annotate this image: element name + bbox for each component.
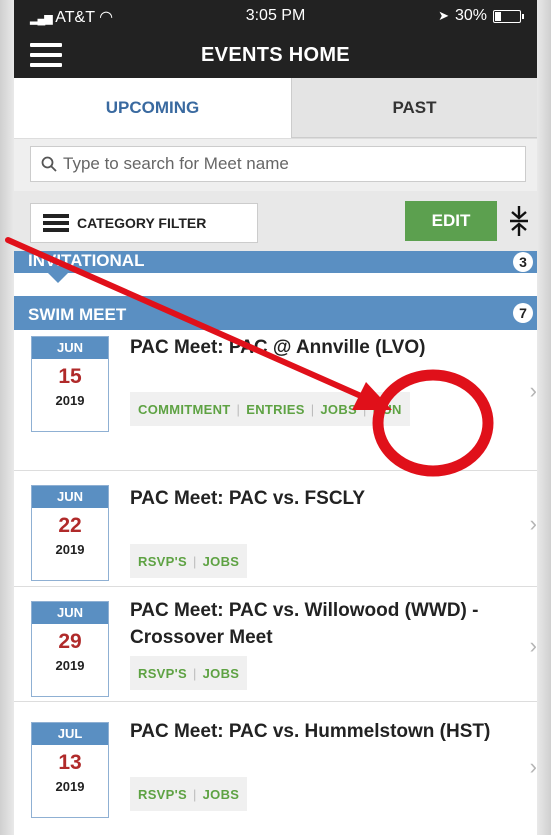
jobs-link[interactable]: JOBS — [320, 402, 357, 417]
rsvps-link[interactable]: RSVP'S — [138, 787, 187, 802]
search-icon — [41, 156, 57, 172]
commitment-link[interactable]: COMMITMENT — [138, 402, 231, 417]
section-invitational[interactable]: INVITATIONAL 3 — [14, 251, 537, 273]
jobs-link[interactable]: JOBS — [203, 666, 240, 681]
event-actions: COMMITMENT | ENTRIES | JOBS | RUN — [130, 392, 410, 426]
event-year: 2019 — [55, 393, 85, 408]
event-date-badge: JUN 15 2019 — [31, 336, 109, 432]
event-date-badge: JUL 13 2019 — [31, 722, 109, 818]
event-name: PAC Meet: PAC vs. Willowood (WWD) - Cros… — [130, 600, 479, 648]
event-actions: RSVP'S | JOBS — [130, 777, 248, 811]
app-header: ▂▄▆ AT&T ◠ 3:05 PM ➤ 30% EVENTS HOME — [14, 0, 537, 78]
battery-icon — [493, 9, 524, 23]
event-month: JUL — [32, 723, 108, 745]
event-day: 13 — [58, 751, 82, 774]
edit-button[interactable]: EDIT — [405, 201, 497, 241]
section-swim-meet[interactable]: SWIM MEET 7 — [14, 296, 537, 340]
chevron-right-icon: › — [529, 633, 537, 658]
jobs-link[interactable]: JOBS — [203, 554, 240, 569]
filter-toolbar: CATEGORY FILTER EDIT — [14, 191, 537, 251]
location-icon: ➤ — [438, 8, 449, 23]
battery-indicator: ➤ 30% — [438, 7, 524, 25]
event-actions: RSVP'S | JOBS — [130, 656, 248, 690]
battery-percent: 30% — [454, 7, 487, 24]
event-list-item[interactable]: JUN 22 2019 PAC Meet: PAC vs. FSCLY RSVP… — [14, 471, 537, 586]
event-list-item[interactable]: JUN 29 2019 PAC Meet: PAC vs. Willowood … — [14, 587, 537, 701]
section-label: INVITATIONAL — [28, 251, 145, 270]
event-day: 22 — [58, 514, 82, 537]
jobs-link[interactable]: JOBS — [203, 787, 240, 802]
collapse-all-icon[interactable] — [507, 205, 531, 237]
tab-bar: UPCOMING PAST — [14, 78, 537, 138]
event-month: JUN — [32, 602, 108, 624]
event-date-badge: JUN 22 2019 — [31, 485, 109, 581]
run-link[interactable]: RUN — [373, 402, 402, 417]
search-input[interactable]: Type to search for Meet name — [30, 146, 526, 182]
event-day: 15 — [58, 365, 82, 388]
chevron-right-icon: › — [529, 511, 537, 536]
event-year: 2019 — [55, 779, 85, 794]
event-day: 29 — [58, 630, 82, 653]
event-name: PAC Meet: PAC vs. FSCLY — [130, 488, 366, 509]
search-bar: Type to search for Meet name — [14, 138, 537, 192]
app-screen: ▂▄▆ AT&T ◠ 3:05 PM ➤ 30% EVENTS HOME UPC… — [14, 0, 537, 835]
event-month: JUN — [32, 486, 108, 508]
event-name: PAC Meet: PAC @ Annville (LVO) — [130, 337, 426, 358]
tab-upcoming[interactable]: UPCOMING — [14, 78, 291, 138]
chevron-right-icon: › — [529, 754, 537, 779]
event-actions: RSVP'S | JOBS — [130, 544, 248, 578]
section-label: SWIM MEET — [28, 305, 127, 324]
search-placeholder: Type to search for Meet name — [63, 154, 289, 173]
category-filter-button[interactable]: CATEGORY FILTER — [30, 203, 258, 243]
event-year: 2019 — [55, 542, 85, 557]
event-list-item[interactable]: JUN 15 2019 PAC Meet: PAC @ Annville (LV… — [14, 330, 537, 470]
status-bar: ▂▄▆ AT&T ◠ 3:05 PM ➤ 30% — [14, 0, 537, 32]
category-filter-label: CATEGORY FILTER — [77, 215, 207, 231]
tab-past[interactable]: PAST — [291, 78, 537, 138]
section-count-badge: 7 — [513, 303, 533, 323]
rsvps-link[interactable]: RSVP'S — [138, 666, 187, 681]
event-year: 2019 — [55, 658, 85, 673]
section-count-badge: 3 — [513, 252, 533, 272]
event-date-badge: JUN 29 2019 — [31, 601, 109, 697]
rsvps-link[interactable]: RSVP'S — [138, 554, 187, 569]
entries-link[interactable]: ENTRIES — [246, 402, 304, 417]
page-title: EVENTS HOME — [201, 44, 350, 66]
chevron-right-icon: › — [529, 378, 537, 403]
section-spacer — [14, 273, 537, 296]
event-list-item[interactable]: JUL 13 2019 PAC Meet: PAC vs. Hummelstow… — [14, 702, 537, 835]
event-name: PAC Meet: PAC vs. Hummelstown (HST) — [130, 721, 491, 742]
event-month: JUN — [32, 337, 108, 359]
list-icon — [43, 214, 69, 232]
